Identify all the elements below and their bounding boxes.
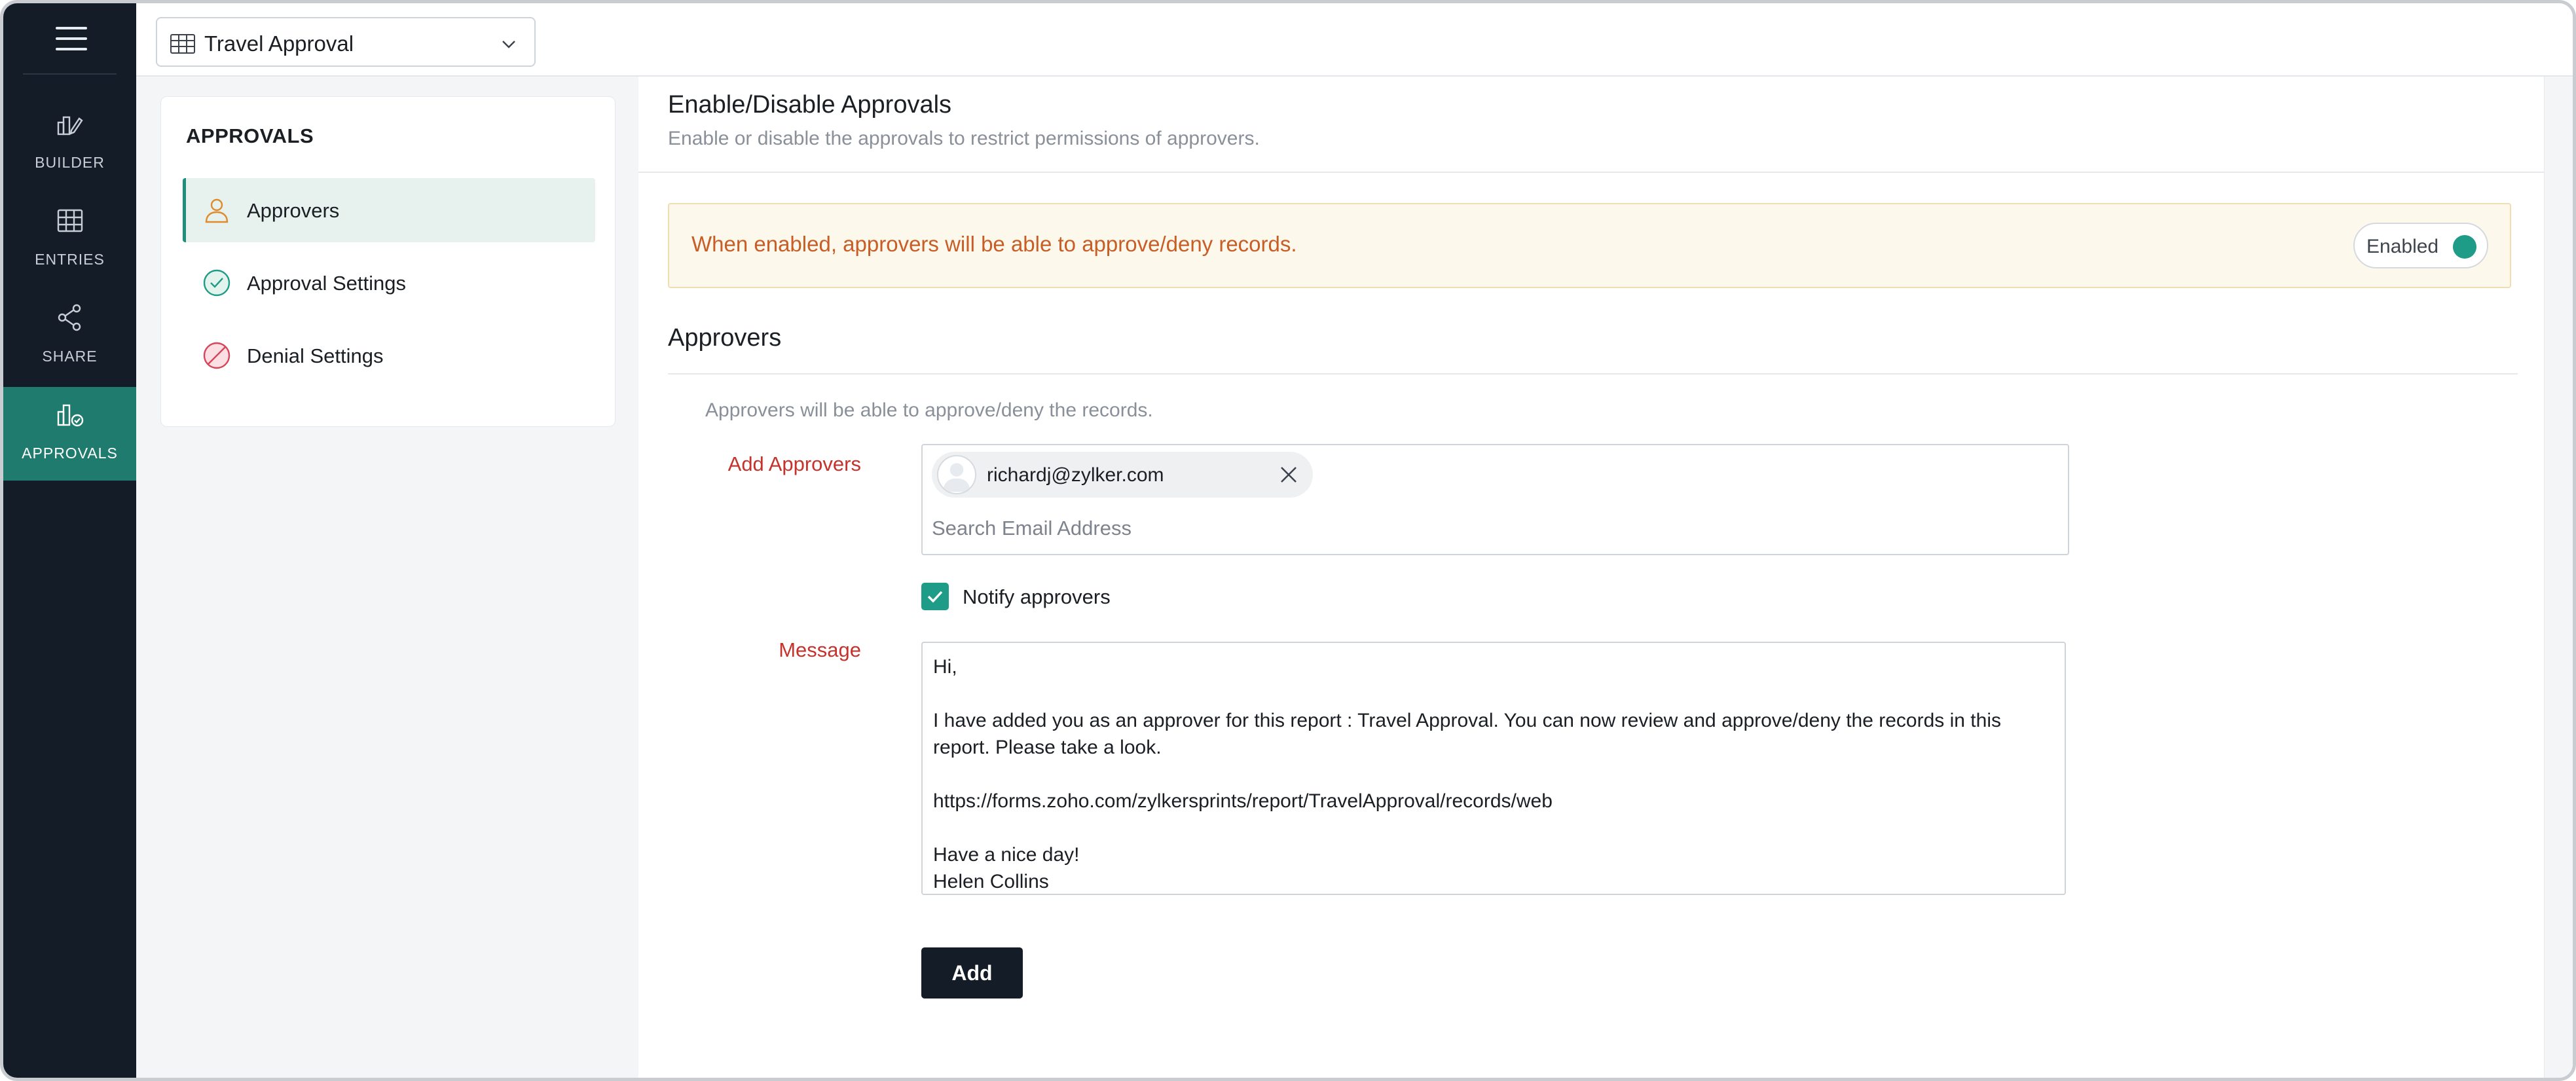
message-field[interactable]: Hi, I have added you as an approver for … [921, 642, 2066, 895]
rail-divider [23, 73, 117, 75]
side-item-label: Approvers [247, 199, 340, 222]
message-label: Message [779, 638, 861, 661]
approver-input-box[interactable]: richardj@zylker.com [921, 444, 2069, 555]
avatar-icon [943, 463, 970, 492]
approvers-title: Approvers [668, 324, 782, 352]
rail-label: BUILDER [35, 154, 105, 171]
table-icon [170, 34, 195, 54]
grid-icon [57, 209, 83, 232]
scrollbar-track [2544, 77, 2573, 1078]
side-item-denial-settings[interactable]: Denial Settings [183, 323, 595, 388]
side-item-label: Denial Settings [247, 344, 384, 367]
app-window: BUILDER ENTRIES SHARE APPROVALS Travel A… [0, 0, 2576, 1081]
chevron-down-icon [502, 41, 515, 48]
rail-item-entries[interactable]: ENTRIES [3, 193, 136, 287]
person-icon [205, 198, 229, 223]
notify-checkbox[interactable] [921, 583, 949, 610]
approvals-notice: When enabled, approvers will be able to … [668, 203, 2511, 288]
toggle-knob [2453, 235, 2476, 259]
avatar [937, 455, 976, 494]
notify-label: Notify approvers [963, 585, 1111, 608]
side-item-approval-settings[interactable]: Approval Settings [183, 251, 595, 315]
panel-title: APPROVALS [186, 124, 314, 147]
approvers-subtitle: Approvers will be able to approve/deny t… [705, 399, 1153, 421]
search-email-input[interactable] [932, 512, 2045, 545]
report-selector[interactable]: Travel Approval [156, 17, 536, 67]
rail-label: APPROVALS [22, 445, 118, 462]
approvals-toggle[interactable]: Enabled [2353, 223, 2488, 268]
side-item-approvers[interactable]: Approvers [183, 178, 595, 242]
approver-chip: richardj@zylker.com [932, 452, 1313, 498]
section-title: Enable/Disable Approvals [668, 91, 952, 119]
rail-item-share[interactable]: SHARE [3, 290, 136, 384]
nav-rail: BUILDER ENTRIES SHARE APPROVALS [3, 3, 136, 1078]
rail-item-builder[interactable]: BUILDER [3, 96, 136, 190]
approver-email: richardj@zylker.com [987, 464, 1164, 486]
divider [638, 172, 2547, 173]
menu-icon[interactable] [56, 27, 87, 52]
rail-item-approvals[interactable]: APPROVALS [3, 387, 136, 481]
report-name: Travel Approval [204, 31, 354, 56]
checkmark-icon [927, 591, 943, 603]
rail-label: ENTRIES [35, 251, 105, 268]
share-icon [58, 304, 81, 331]
builder-icon [57, 116, 83, 136]
deny-circle-icon [203, 342, 230, 369]
add-button[interactable]: Add [921, 947, 1023, 999]
rail-label: SHARE [42, 348, 98, 365]
toggle-label: Enabled [2366, 236, 2439, 257]
top-bar: Travel Approval [136, 3, 2573, 77]
notice-text: When enabled, approvers will be able to … [691, 232, 1297, 256]
close-icon[interactable] [1279, 465, 1298, 485]
main-content: Enable/Disable Approvals Enable or disab… [638, 77, 2547, 1078]
approvals-panel: APPROVALS Approvers Approval Settings De… [160, 96, 616, 427]
section-subtitle: Enable or disable the approvals to restr… [668, 128, 1260, 149]
add-approvers-label: Add Approvers [727, 452, 861, 475]
check-circle-icon [203, 269, 230, 297]
side-item-label: Approval Settings [247, 272, 406, 295]
approvals-icon [57, 404, 84, 427]
divider [668, 373, 2518, 375]
